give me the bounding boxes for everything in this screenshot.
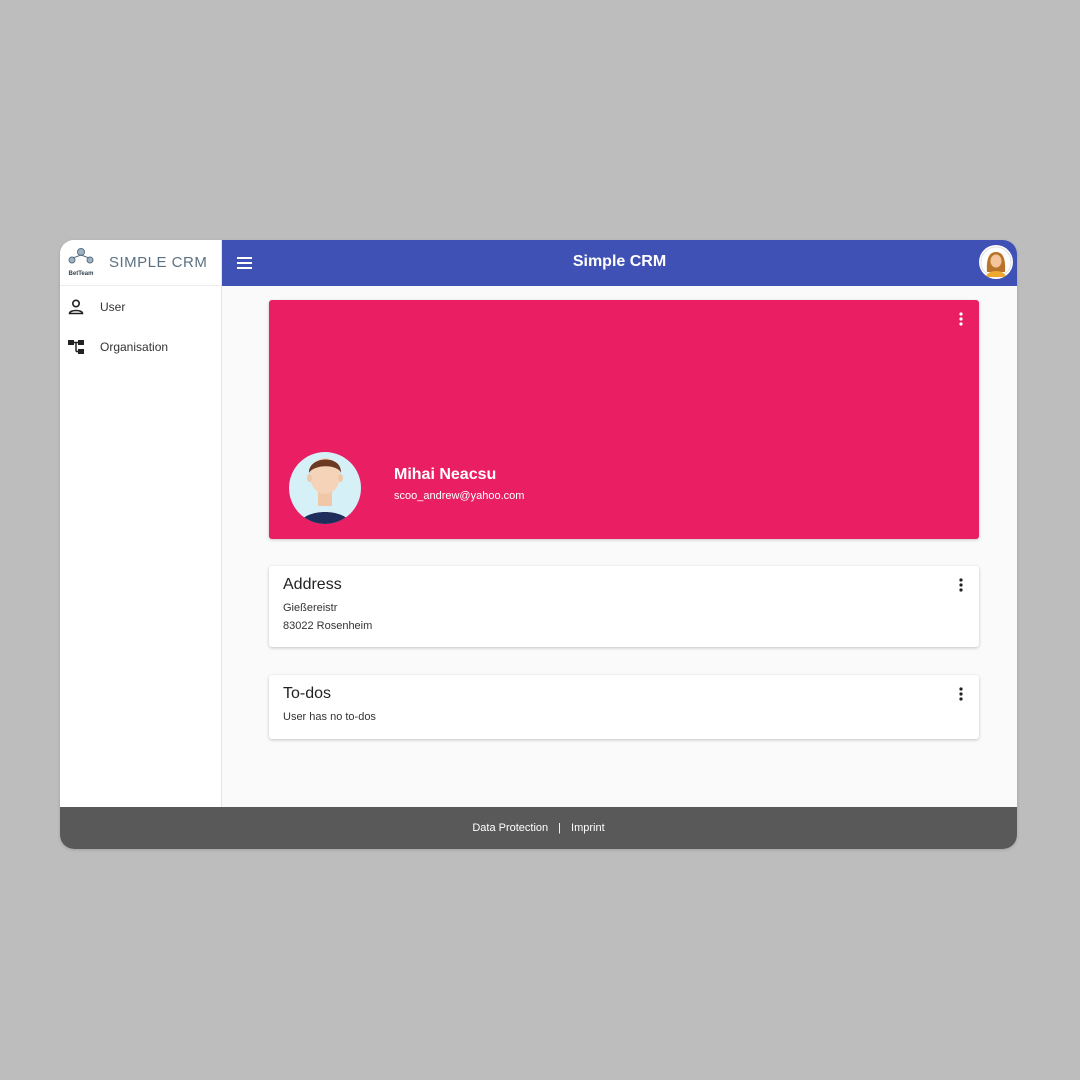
- page-title: Simple CRM: [572, 253, 667, 270]
- footer-separator: |: [558, 822, 562, 834]
- sidebar: BetTeam SIMPLE CRM User Organisation: [60, 240, 222, 807]
- data-protection-link[interactable]: Data Protection: [472, 822, 548, 834]
- todos-card: To-dos User has no to-dos: [269, 675, 979, 739]
- brand-name: SIMPLE CRM: [109, 254, 208, 271]
- top-app-bar: Simple CRM: [222, 240, 1017, 286]
- address-street: Gießereistr: [283, 602, 338, 614]
- more-vert-icon[interactable]: [954, 310, 968, 328]
- footer: Data Protection | Imprint: [60, 807, 1017, 849]
- todos-title: To-dos: [283, 685, 332, 702]
- profile-name: Mihai Neacsu: [394, 466, 497, 483]
- sidebar-item-label: Organisation: [100, 340, 169, 354]
- profile-email: scoo_andrew@yahoo.com: [394, 490, 525, 502]
- todos-empty-text: User has no to-dos: [283, 711, 376, 723]
- svg-text:BetTeam: BetTeam: [69, 271, 94, 277]
- sidebar-item-organisation[interactable]: Organisation: [60, 327, 221, 367]
- sidebar-item-user[interactable]: User: [60, 287, 221, 327]
- main-content: Mihai Neacsu scoo_andrew@yahoo.com Addre…: [222, 286, 1017, 807]
- address-city: 83022 Rosenheim: [283, 620, 373, 632]
- more-vert-icon[interactable]: [954, 685, 968, 703]
- account-avatar[interactable]: [979, 245, 1013, 279]
- logo-icon: BetTeam: [68, 247, 94, 277]
- org-chart-icon: [68, 340, 84, 354]
- address-card: Address Gießereistr 83022 Rosenheim: [269, 566, 979, 647]
- more-vert-icon[interactable]: [954, 576, 968, 594]
- address-title: Address: [283, 576, 342, 593]
- sidebar-item-label: User: [100, 300, 126, 314]
- profile-header-card: Mihai Neacsu scoo_andrew@yahoo.com: [269, 300, 979, 539]
- brand[interactable]: BetTeam SIMPLE CRM: [60, 240, 221, 286]
- imprint-link[interactable]: Imprint: [571, 822, 605, 834]
- profile-avatar: [289, 452, 361, 524]
- user-avatar-icon: [980, 246, 1012, 278]
- person-icon: [68, 299, 84, 315]
- app-window: BetTeam SIMPLE CRM User Organisation Sim…: [60, 240, 1017, 849]
